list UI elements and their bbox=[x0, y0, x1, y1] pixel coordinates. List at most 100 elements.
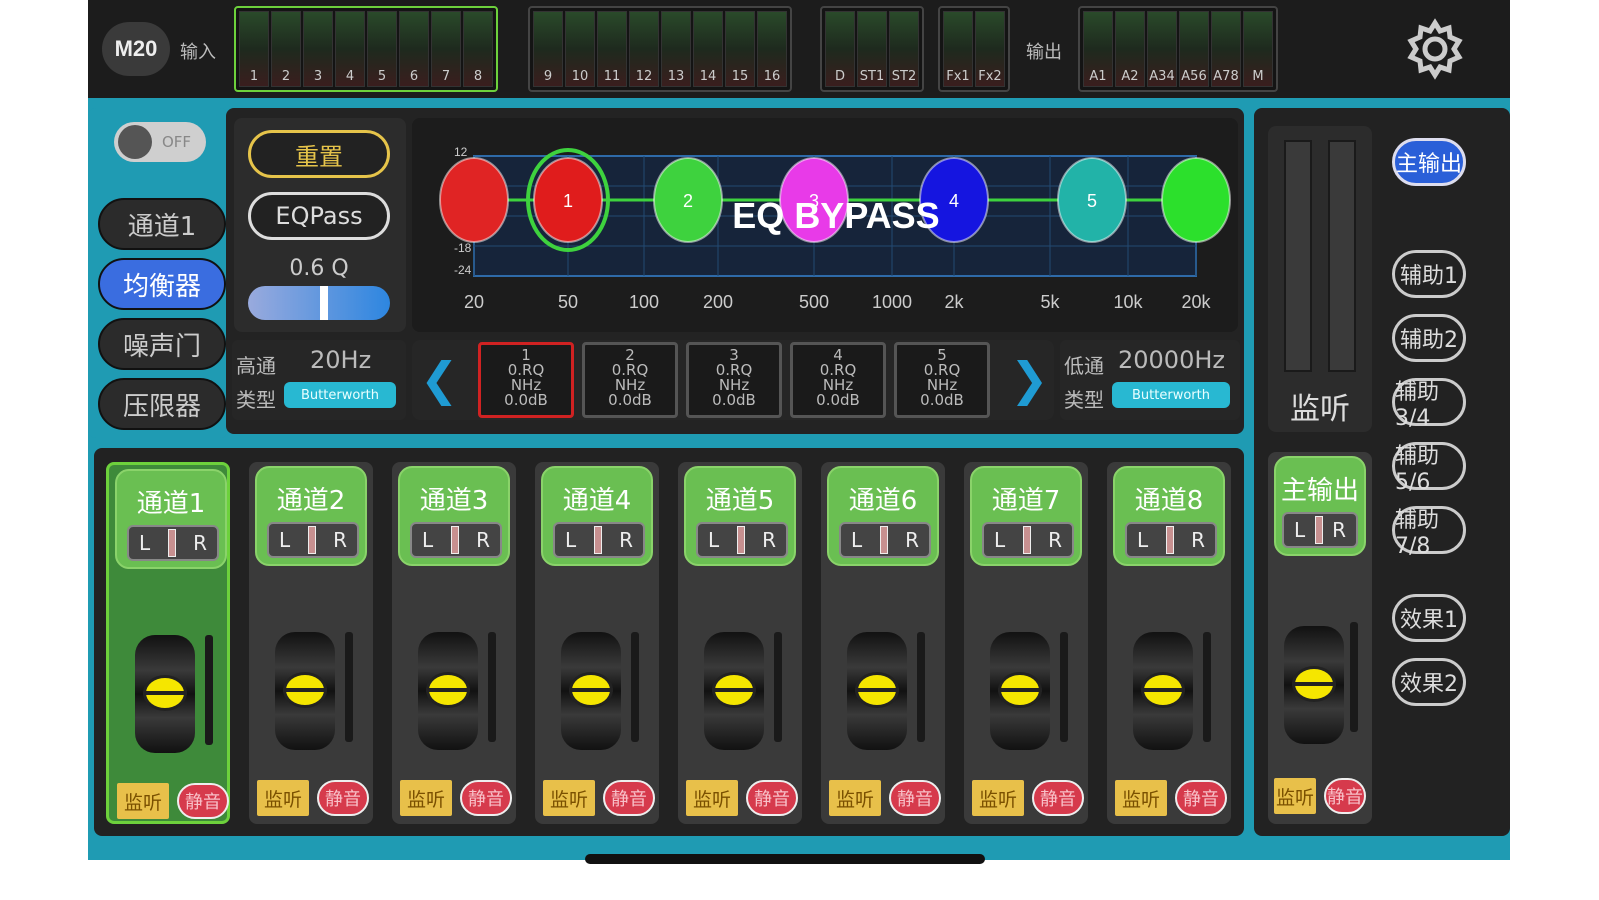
input-meter[interactable]: 4 bbox=[335, 11, 365, 87]
q-slider-thumb[interactable] bbox=[320, 286, 328, 320]
master-fader-knob[interactable] bbox=[1284, 626, 1344, 744]
channel-fader-knob[interactable] bbox=[418, 632, 478, 750]
channel-pan[interactable]: LR bbox=[839, 522, 931, 558]
bus-button[interactable]: 辅助2 bbox=[1392, 314, 1466, 362]
bus-button[interactable]: 辅助5/6 bbox=[1392, 442, 1466, 495]
bus-button[interactable]: 效果1 bbox=[1392, 594, 1466, 642]
channel-name[interactable]: 通道4 L R bbox=[541, 466, 653, 566]
input-meter[interactable]: 5 bbox=[367, 11, 397, 87]
input-meter[interactable]: 10 bbox=[565, 11, 595, 87]
eq-band-chip[interactable]: 2 0.RQ NHz 0.0dB bbox=[582, 342, 678, 418]
input-meter[interactable]: Fx2 bbox=[975, 11, 1005, 87]
mute-button[interactable]: 静音 bbox=[177, 783, 229, 819]
channel-name[interactable]: 通道6 L R bbox=[827, 466, 939, 566]
monitor-button[interactable]: 监听 bbox=[543, 780, 595, 816]
mute-button[interactable]: 静音 bbox=[460, 780, 512, 816]
channel-name[interactable]: 通道5 L R bbox=[684, 466, 796, 566]
output-meter[interactable]: A56 bbox=[1179, 11, 1209, 87]
input-meter[interactable]: 11 bbox=[597, 11, 627, 87]
monitor-button[interactable]: 监听 bbox=[1115, 780, 1167, 816]
input-meter[interactable]: D bbox=[825, 11, 855, 87]
input-group-fx[interactable]: Fx1 Fx2 bbox=[938, 6, 1010, 92]
input-group-st[interactable]: D ST1 ST2 bbox=[820, 6, 924, 92]
prev-band-arrow-icon[interactable]: ❮ bbox=[420, 352, 459, 406]
mute-button[interactable]: 静音 bbox=[603, 780, 655, 816]
master-monitor-button[interactable]: 监听 bbox=[1274, 778, 1316, 814]
input-meter[interactable]: 8 bbox=[463, 11, 493, 87]
channel-pan[interactable]: LR bbox=[696, 522, 788, 558]
monitor-button[interactable]: 监听 bbox=[972, 780, 1024, 816]
channel-fader-knob[interactable] bbox=[990, 632, 1050, 750]
nav-compressor[interactable]: 压限器 bbox=[98, 378, 226, 430]
eq-node[interactable]: 2 bbox=[653, 157, 723, 243]
channel-pan[interactable]: LR bbox=[553, 522, 645, 558]
output-meter[interactable]: A34 bbox=[1147, 11, 1177, 87]
settings-gear-icon[interactable] bbox=[1398, 14, 1472, 84]
input-meter[interactable]: 9 bbox=[533, 11, 563, 87]
mute-button[interactable]: 静音 bbox=[1032, 780, 1084, 816]
input-meter[interactable]: 7 bbox=[431, 11, 461, 87]
channel-fader-knob[interactable] bbox=[1133, 632, 1193, 750]
nav-equalizer[interactable]: 均衡器 bbox=[98, 258, 226, 310]
mute-button[interactable]: 静音 bbox=[1175, 780, 1227, 816]
output-meter[interactable]: A2 bbox=[1115, 11, 1145, 87]
channel-name[interactable]: 通道8 L R bbox=[1113, 466, 1225, 566]
eq-node[interactable]: 1 bbox=[526, 148, 610, 252]
bus-button[interactable]: 效果2 bbox=[1392, 658, 1466, 706]
mute-button[interactable]: 静音 bbox=[317, 780, 369, 816]
master-pan[interactable]: LR bbox=[1282, 512, 1358, 548]
brand-badge[interactable]: M20 bbox=[102, 22, 170, 76]
bus-button[interactable]: 辅助7/8 bbox=[1392, 506, 1466, 559]
input-meter[interactable]: 14 bbox=[693, 11, 723, 87]
low-pass-value[interactable]: 20000Hz bbox=[1118, 346, 1225, 374]
reset-button[interactable]: 重置 bbox=[248, 130, 390, 178]
input-meter[interactable]: 1 bbox=[239, 11, 269, 87]
output-meter[interactable]: M bbox=[1243, 11, 1273, 87]
eqpass-button[interactable]: EQPass bbox=[248, 192, 390, 240]
monitor-button[interactable]: 监听 bbox=[257, 780, 309, 816]
channel-name[interactable]: 通道7 L R bbox=[970, 466, 1082, 566]
input-meter[interactable]: 6 bbox=[399, 11, 429, 87]
bus-button[interactable]: 辅助3/4 bbox=[1392, 378, 1466, 431]
next-band-arrow-icon[interactable]: ❯ bbox=[1010, 352, 1049, 406]
input-meter[interactable]: Fx1 bbox=[943, 11, 973, 87]
input-meter[interactable]: 3 bbox=[303, 11, 333, 87]
eq-band-chip[interactable]: 3 0.RQ NHz 0.0dB bbox=[686, 342, 782, 418]
input-meter[interactable]: 2 bbox=[271, 11, 301, 87]
channel-pan[interactable]: LR bbox=[267, 522, 359, 558]
input-meter[interactable]: 15 bbox=[725, 11, 755, 87]
q-slider[interactable] bbox=[248, 286, 390, 320]
channel-fader-knob[interactable] bbox=[847, 632, 907, 750]
channel-pan[interactable]: LR bbox=[127, 525, 219, 561]
input-meter[interactable]: ST2 bbox=[889, 11, 919, 87]
channel-name[interactable]: 通道2 L R bbox=[255, 466, 367, 566]
eq-band-chip[interactable]: 4 0.RQ NHz 0.0dB bbox=[790, 342, 886, 418]
home-indicator[interactable] bbox=[585, 854, 985, 864]
nav-channel[interactable]: 通道1 bbox=[98, 198, 226, 250]
channel-fader-knob[interactable] bbox=[135, 635, 195, 753]
output-meter[interactable]: A78 bbox=[1211, 11, 1241, 87]
input-group-9-16[interactable]: 9 10 11 12 13 14 15 16 bbox=[528, 6, 792, 92]
bus-button[interactable]: 主输出 bbox=[1392, 138, 1466, 186]
eq-node[interactable] bbox=[1161, 157, 1231, 243]
channel-pan[interactable]: LR bbox=[410, 522, 502, 558]
master-name[interactable]: 主输出 LR bbox=[1274, 456, 1366, 556]
output-group[interactable]: A1 A2 A34 A56 A78 M bbox=[1078, 6, 1278, 92]
monitor-button[interactable]: 监听 bbox=[686, 780, 738, 816]
eq-enable-toggle[interactable]: OFF bbox=[114, 122, 206, 162]
monitor-button[interactable]: 监听 bbox=[400, 780, 452, 816]
master-mute-button[interactable]: 静音 bbox=[1324, 778, 1366, 814]
high-pass-value[interactable]: 20Hz bbox=[310, 346, 371, 374]
input-meter[interactable]: 12 bbox=[629, 11, 659, 87]
channel-name[interactable]: 通道1 L R bbox=[115, 469, 227, 569]
eq-band-chip[interactable]: 5 0.RQ NHz 0.0dB bbox=[894, 342, 990, 418]
monitor-button[interactable]: 监听 bbox=[117, 783, 169, 819]
channel-fader-knob[interactable] bbox=[704, 632, 764, 750]
eq-band-chip[interactable]: 1 0.RQ NHz 0.0dB bbox=[478, 342, 574, 418]
eq-graph[interactable]: 12-18-24 12345 EQ BYPASS 20 50 100 200 500 10… bbox=[418, 122, 1238, 332]
low-pass-type[interactable]: Butterworth bbox=[1112, 382, 1230, 408]
eq-node[interactable] bbox=[439, 157, 509, 243]
nav-noise-gate[interactable]: 噪声门 bbox=[98, 318, 226, 370]
input-meter[interactable]: 16 bbox=[757, 11, 787, 87]
channel-pan[interactable]: LR bbox=[982, 522, 1074, 558]
